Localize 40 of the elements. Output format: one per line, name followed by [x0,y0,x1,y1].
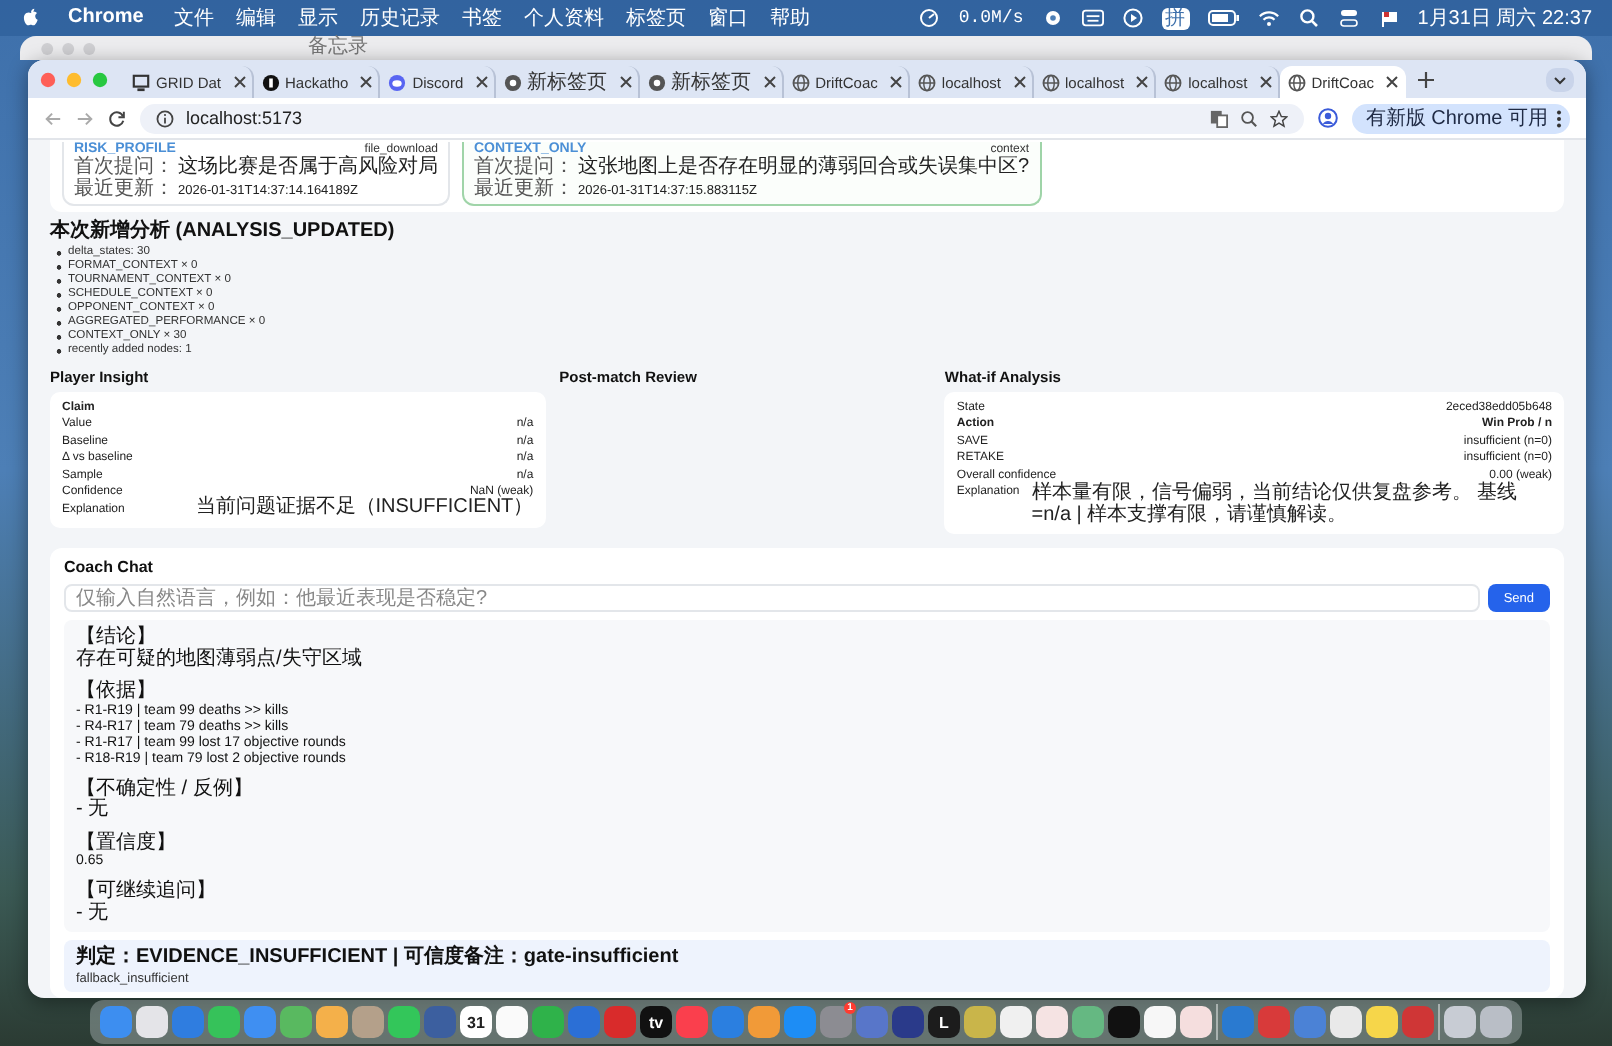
field-label: 最近更新： [474,178,574,200]
menu-item[interactable]: 编辑 [236,5,276,31]
answer-line: - 无 [76,903,111,925]
field-label: 最近更新： [74,178,174,200]
address-bar[interactable]: localhost:5173 [140,103,1304,133]
question-text: 这场比赛是否属于高风险对局 [178,156,438,178]
answer-heading: 【结论】 [76,628,157,649]
section-title: 本次新增分析 (ANALYSIS_UPDATED) [50,216,397,244]
menu-item[interactable]: 个人资料 [524,5,604,31]
app-icon[interactable]: L [928,1006,960,1038]
answer-heading: 【不确定性 / 反例】 [76,779,255,800]
answer-heading: 【置信度】 [76,833,178,854]
menu-item[interactable]: 窗口 [708,5,748,31]
verdict-title: 判定：EVIDENCE_INSUFFICIENT | 可信度备注：gate-insufficient [76,946,681,969]
network-speed: 0.0M/s [958,5,1024,31]
window-title: 备忘录 [308,36,368,60]
url-text: localhost:5173 [186,108,303,128]
field-label: 首次提问： [474,156,574,178]
panel-title: Coach Chat [64,558,155,577]
chat-input[interactable]: 仅输入自然语言，例如：他最近表现是否稳定? [64,584,1480,613]
menu-item[interactable]: 显示 [298,5,338,31]
answer-heading: 【依据】 [76,682,158,703]
app-icon[interactable]: tv [640,1006,672,1038]
app-menu[interactable]: Chrome [64,2,152,34]
menu-item[interactable]: 书签 [462,5,502,31]
row-value: 样本量有限，信号偏弱，当前结论仅供复盘参考。 基线=n/a | 样本支撑有限，请谨慎解读。 [1031,484,1520,527]
menu-item[interactable]: 文件 [174,5,214,31]
app-icon[interactable]: 31 [460,1006,492,1038]
update-button[interactable]: 有新版 Chrome 可用 [1351,103,1570,133]
field-label: 首次提问： [74,156,174,178]
question-text: 这张地图上是否存在明显的薄弱回合或失误集中区? [578,156,1030,178]
clock[interactable]: 1月31日 周六 22:37 [1417,5,1592,31]
menu-item[interactable]: 历史记录 [360,5,440,31]
answer-line: - 无 [76,800,109,822]
input-method-indicator[interactable]: 拼 [1161,7,1190,29]
menu-item[interactable]: 帮助 [770,5,810,31]
row-value: 当前问题证据不足（INSUFFICIENT） [195,500,534,518]
menu-item[interactable]: 标签页 [626,5,686,31]
answer-line: 存在可疑的地图薄弱点/失守区域 [76,649,364,671]
answer-heading: 【可继续追问】 [76,882,218,903]
